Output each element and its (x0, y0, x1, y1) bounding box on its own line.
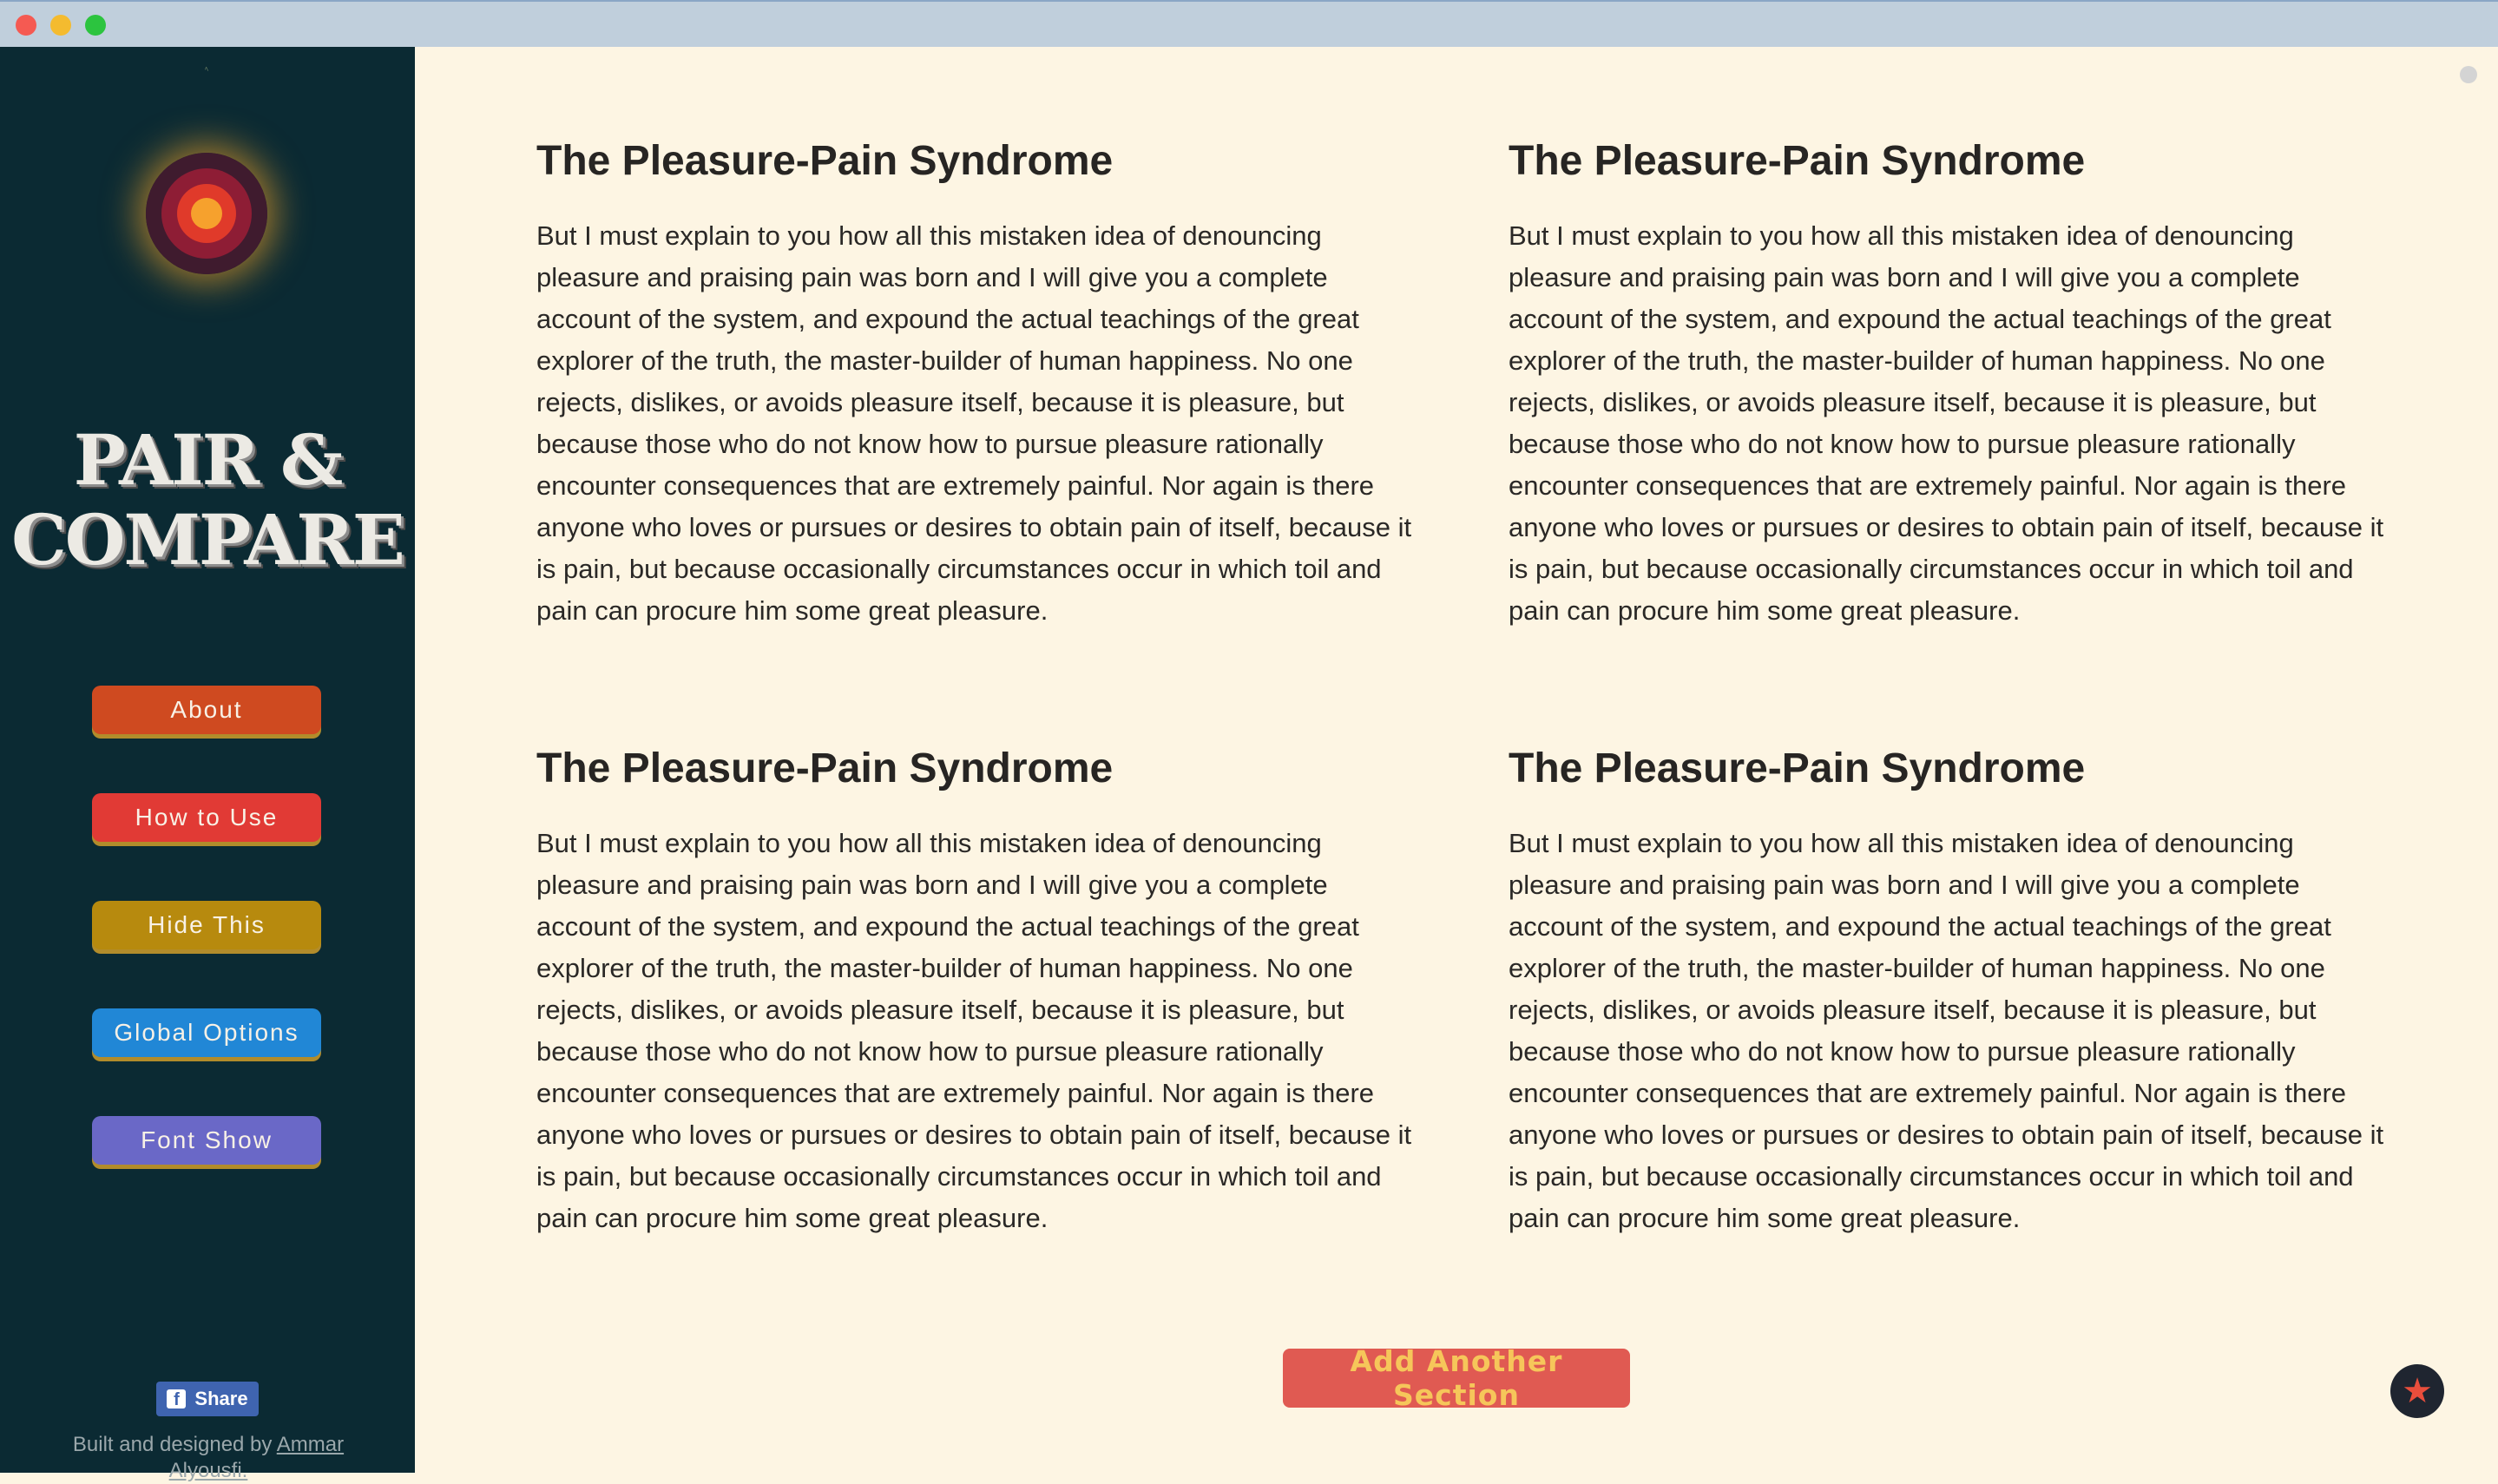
section-body[interactable]: But I must explain to you how all this m… (536, 823, 1422, 1239)
section-title[interactable]: The Pleasure-Pain Syndrome (536, 745, 1422, 793)
close-window-button[interactable] (16, 15, 36, 36)
minimize-window-button[interactable] (50, 15, 71, 36)
brand-title-line2: COMPARE (11, 499, 405, 581)
global-options-button[interactable]: Global Options (92, 1008, 321, 1057)
credit-prefix: Built and designed by (72, 1433, 273, 1456)
section-title[interactable]: The Pleasure-Pain Syndrome (1509, 137, 2394, 186)
app-window: ﾍ PAIR & COMPARE About How to Use Hide T… (0, 0, 2498, 1482)
favorite-button[interactable]: ★ (2390, 1364, 2444, 1418)
share-label: Share (194, 1388, 248, 1409)
text-section-4: The Pleasure-Pain Syndrome But I must ex… (1509, 745, 2394, 1239)
text-section-3: The Pleasure-Pain Syndrome But I must ex… (536, 745, 1422, 1239)
star-icon: ★ (2402, 1372, 2433, 1410)
facebook-icon: f (167, 1389, 187, 1408)
sidebar: ﾍ PAIR & COMPARE About How to Use Hide T… (0, 47, 415, 1482)
sidebar-ornament-icon: ﾍ (205, 65, 208, 73)
main-content: The Pleasure-Pain Syndrome But I must ex… (415, 47, 2498, 1473)
facebook-share-button[interactable]: f Share (156, 1382, 259, 1416)
how-to-use-button[interactable]: How to Use (92, 793, 321, 842)
window-titlebar (0, 0, 2498, 47)
text-section-1: The Pleasure-Pain Syndrome But I must ex… (536, 137, 1422, 632)
section-title[interactable]: The Pleasure-Pain Syndrome (536, 137, 1422, 186)
brand-title-line1: PAIR & (73, 419, 343, 501)
about-button[interactable]: About (92, 686, 321, 734)
font-show-button[interactable]: Font Show (92, 1116, 321, 1165)
credit-text: Built and designed by Ammar Alyousfi. (35, 1432, 382, 1484)
hide-this-button[interactable]: Hide This (92, 901, 321, 949)
brand-title: PAIR & COMPARE (0, 420, 415, 580)
scrollbar-thumb[interactable] (2460, 66, 2477, 83)
add-another-section-button[interactable]: Add Another Section (1283, 1344, 1630, 1412)
section-body[interactable]: But I must explain to you how all this m… (1509, 215, 2394, 632)
section-body[interactable]: But I must explain to you how all this m… (1509, 823, 2394, 1239)
section-body[interactable]: But I must explain to you how all this m… (536, 215, 1422, 632)
text-section-2: The Pleasure-Pain Syndrome But I must ex… (1509, 137, 2394, 632)
section-title[interactable]: The Pleasure-Pain Syndrome (1509, 745, 2394, 793)
target-logo-icon (146, 153, 267, 274)
maximize-window-button[interactable] (85, 15, 106, 36)
